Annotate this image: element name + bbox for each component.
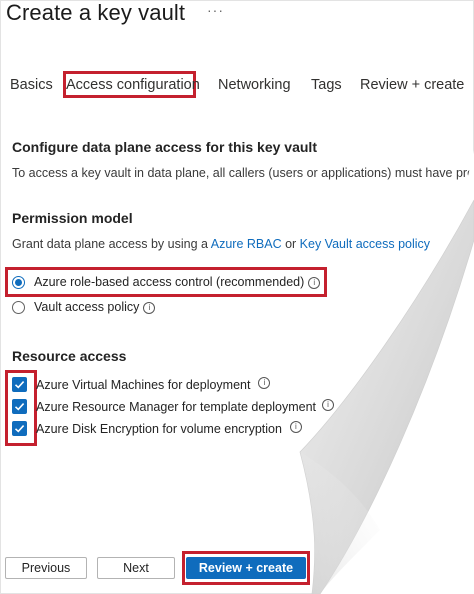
tab-networking[interactable]: Networking [218,77,291,93]
info-icon[interactable]: i [322,399,335,411]
tab-basics[interactable]: Basics [10,77,53,93]
checkmark-icon [14,425,25,433]
radio-button-selected[interactable] [12,276,25,289]
data-plane-description: To access a key vault in data plane, all… [12,166,474,180]
previous-button[interactable]: Previous [5,557,87,579]
azure-rbac-link[interactable]: Azure RBAC [211,237,282,251]
checkbox-checked[interactable] [12,399,27,414]
permission-text-prefix: Grant data plane access by using a [12,237,211,251]
radio-label-rbac: Azure role-based access control (recomme… [34,275,321,289]
data-plane-heading: Configure data plane access for this key… [12,139,317,155]
info-icon[interactable]: i [289,421,302,433]
more-options-icon[interactable]: ··· [207,2,224,18]
next-button[interactable]: Next [97,557,175,579]
permission-text-or: or [281,237,300,251]
tab-access-configuration[interactable]: Access configuration [63,71,200,98]
checkmark-icon [14,403,25,411]
info-icon[interactable]: i [308,277,321,289]
radio-label-vault-policy: Vault access policy i [34,300,156,314]
review-create-button[interactable]: Review + create [186,557,306,579]
checkmark-icon [14,381,25,389]
checkbox-label-arm: Azure Resource Manager for template depl… [36,399,335,414]
tab-review-create[interactable]: Review + create [360,77,464,93]
permission-model-heading: Permission model [12,210,133,226]
checkbox-checked[interactable] [12,377,27,392]
key-vault-page: Create a key vault ··· Basics Access con… [0,0,474,594]
radio-button-unselected[interactable] [12,301,25,314]
checkbox-checked[interactable] [12,421,27,436]
info-icon[interactable]: i [258,377,271,389]
checkbox-label-vm: Azure Virtual Machines for deployment i [36,377,271,392]
permission-model-description: Grant data plane access by using a Azure… [12,237,430,251]
tab-tags[interactable]: Tags [311,77,342,93]
checkbox-label-disk: Azure Disk Encryption for volume encrypt… [36,421,302,436]
key-vault-access-policy-link[interactable]: Key Vault access policy [300,237,430,251]
resource-access-heading: Resource access [12,348,127,364]
page-title: Create a key vault [6,0,186,25]
info-icon[interactable]: i [143,302,156,314]
